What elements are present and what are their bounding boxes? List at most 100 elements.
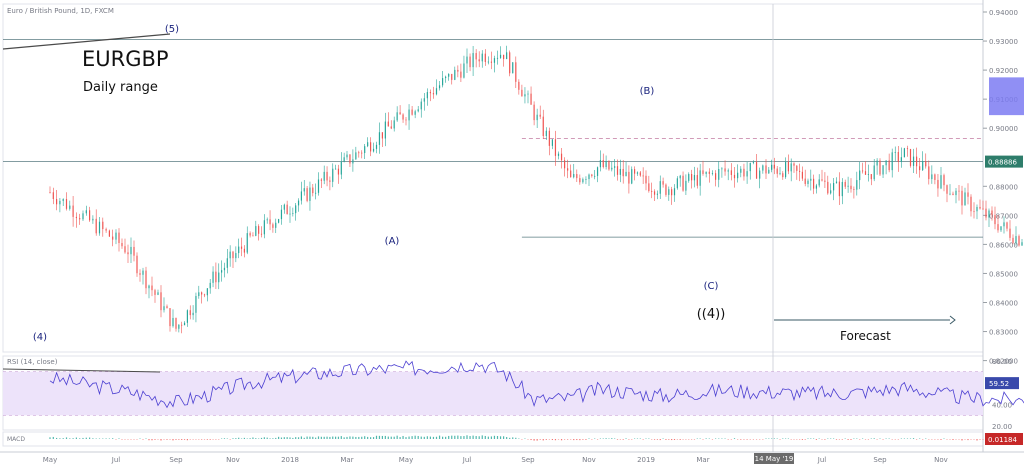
macd-bar (636, 438, 639, 439)
macd-bar (724, 438, 726, 439)
macd-bar (484, 435, 486, 439)
macd-bar (659, 439, 661, 441)
price-chart-svg[interactable]: 0.940000.930000.920000.910000.900000.880… (0, 0, 1024, 467)
macd-bar (982, 439, 984, 440)
macd-bar (506, 437, 508, 439)
candle-body (258, 226, 260, 234)
candle-body (949, 193, 951, 195)
rsi-tick-label: 80.00 (992, 358, 1012, 366)
candle-body (121, 243, 123, 247)
candle-body (139, 273, 141, 275)
candle-body (451, 73, 453, 80)
macd-bar (973, 439, 975, 440)
candle-body (352, 159, 354, 164)
rsi-value-label: 59.52 (989, 380, 1009, 388)
candle-body (1021, 242, 1023, 246)
macd-bar (810, 438, 812, 439)
candle-body (790, 163, 792, 172)
macd-bar (909, 438, 912, 439)
macd-bar (272, 438, 274, 439)
candle-body (648, 183, 650, 191)
candle-body (885, 160, 887, 166)
macd-bar (894, 439, 896, 440)
candle-body (381, 132, 383, 139)
macd-bar (515, 437, 517, 439)
candle-body (752, 162, 754, 163)
macd-bar (796, 439, 798, 440)
candle-body (676, 178, 678, 189)
macd-bar (656, 439, 658, 440)
candle-body (212, 271, 214, 283)
candle-body (862, 170, 864, 172)
candle-body (209, 282, 211, 289)
candle-body (478, 59, 480, 62)
candle-body (246, 233, 248, 253)
macd-bar (582, 439, 584, 440)
candle-body (303, 188, 305, 192)
macd-bar (370, 437, 372, 439)
macd-bar (62, 438, 64, 439)
macd-bar (451, 435, 453, 439)
macd-bar (900, 438, 902, 439)
macd-bar (912, 438, 915, 439)
macd-bar (157, 439, 159, 440)
candle-body (320, 179, 322, 181)
candle-body (827, 181, 829, 194)
macd-bar (605, 438, 607, 439)
macd-bar (946, 439, 948, 440)
candle-body (891, 152, 893, 171)
candle-body (1018, 236, 1020, 246)
candle-body (940, 175, 942, 189)
macd-bar (821, 439, 823, 440)
macd-bar (628, 439, 630, 440)
candle-body (665, 184, 667, 195)
macd-bar (297, 437, 300, 439)
macd-bar (429, 436, 431, 439)
x-tick-label: Nov (934, 456, 948, 464)
macd-bar (897, 439, 899, 440)
macd-bar (221, 438, 223, 439)
candle-body (749, 162, 751, 172)
macd-bar (976, 439, 978, 441)
candle-body (189, 310, 191, 316)
candle-body (75, 216, 77, 219)
candle-body (864, 171, 867, 175)
candle-body (411, 109, 413, 115)
macd-bar (749, 439, 751, 440)
macd-bar (469, 436, 471, 439)
candle-body (454, 69, 456, 80)
candle-body (782, 173, 784, 178)
macd-bar (181, 439, 183, 440)
y-tick-label: 0.85000 (989, 270, 1018, 278)
candle-body (596, 167, 599, 176)
candle-body (118, 232, 120, 244)
candle-body (801, 171, 803, 179)
macd-bar (856, 438, 858, 439)
candle-body (740, 168, 742, 173)
macd-bar (937, 439, 939, 440)
candle-body (912, 156, 915, 166)
macd-bar (108, 438, 110, 439)
candle-body (349, 154, 351, 164)
macd-bar (873, 438, 875, 439)
macd-bar (530, 439, 532, 441)
macd-bar (533, 439, 535, 441)
macd-bar (95, 438, 97, 439)
macd-bar (545, 439, 547, 440)
macd-bar (853, 438, 855, 439)
candle-body (1009, 228, 1011, 238)
candle-body (691, 174, 693, 181)
macd-bar (52, 436, 54, 439)
macd-bar (229, 439, 231, 440)
macd-bar (916, 439, 918, 440)
macd-bar (209, 439, 211, 440)
candle-body (605, 160, 607, 167)
macd-bar (312, 436, 314, 439)
candle-body (469, 56, 471, 68)
candle-body (524, 94, 526, 97)
candle-body (579, 178, 581, 183)
candle-body (157, 292, 159, 295)
macd-bar (278, 436, 280, 439)
macd-bar (833, 438, 835, 439)
macd-bar (801, 439, 803, 440)
